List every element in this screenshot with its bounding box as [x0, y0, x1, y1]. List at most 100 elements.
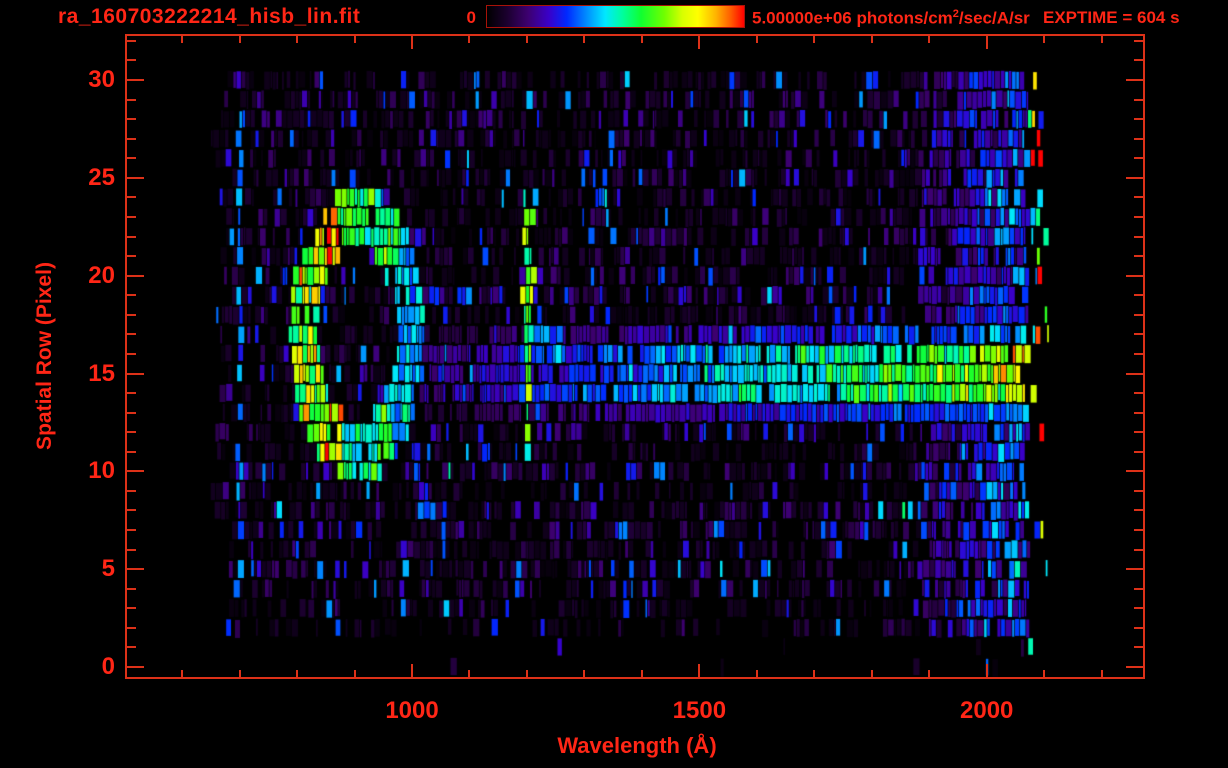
y-axis-title: Spatial Row (Pixel) [33, 262, 56, 450]
x-axis-minor-tick [181, 670, 184, 677]
y-axis-major-tick [1126, 470, 1143, 473]
y-axis-major-tick [1126, 79, 1143, 82]
y-axis-minor-tick [127, 333, 136, 336]
x-axis-major-tick [985, 664, 988, 677]
y-axis-minor-tick [1134, 489, 1143, 492]
y-axis-major-tick [127, 666, 144, 669]
y-axis-tick-label: 10 [88, 457, 115, 485]
y-axis-minor-tick [127, 431, 136, 434]
x-axis-minor-tick [928, 36, 931, 43]
x-axis-minor-tick [181, 36, 184, 43]
y-axis-minor-tick [1134, 255, 1143, 258]
y-axis-minor-tick [1134, 137, 1143, 140]
y-axis-minor-tick [1134, 626, 1143, 629]
y-axis-minor-tick [1134, 333, 1143, 336]
x-axis-minor-tick [468, 670, 471, 677]
x-axis-minor-tick [525, 36, 528, 43]
y-axis-major-tick [1126, 274, 1143, 277]
x-axis-minor-tick [870, 36, 873, 43]
y-axis-minor-tick [127, 509, 136, 512]
x-axis-minor-tick [525, 670, 528, 677]
y-axis-major-tick [127, 176, 144, 179]
x-axis-minor-tick [1100, 670, 1103, 677]
y-axis-minor-tick [127, 39, 136, 42]
y-axis-minor-tick [1134, 646, 1143, 649]
y-axis-minor-tick [127, 607, 136, 610]
x-axis-major-tick [698, 36, 701, 49]
y-axis-minor-tick [1134, 352, 1143, 355]
x-axis-minor-tick [1043, 36, 1046, 43]
y-axis-minor-tick [1134, 587, 1143, 590]
y-axis-major-tick [127, 568, 144, 571]
x-axis-tick-label: 1500 [672, 697, 727, 724]
y-axis-minor-tick [1134, 392, 1143, 395]
y-axis-minor-tick [1134, 39, 1143, 42]
y-axis-minor-tick [1134, 450, 1143, 453]
y-axis-minor-tick [1134, 157, 1143, 160]
plot-frame [125, 34, 1145, 679]
x-axis-tick-label: 1000 [385, 697, 439, 724]
x-axis-minor-tick [353, 36, 356, 43]
y-axis-tick-label: 30 [88, 66, 115, 94]
colorbar-units-pre: 5.00000e+06 photons/cm [752, 8, 953, 28]
x-axis-major-tick [411, 36, 414, 49]
x-axis-minor-tick [640, 36, 643, 43]
y-axis-major-tick [1126, 372, 1143, 375]
y-axis-minor-tick [127, 137, 136, 140]
y-axis-minor-tick [127, 450, 136, 453]
y-axis-minor-tick [127, 313, 136, 316]
y-axis-minor-tick [1134, 215, 1143, 218]
y-axis-minor-tick [127, 392, 136, 395]
colorbar-max-label: 5.00000e+06 photons/cm2/sec/A/sr [752, 8, 1030, 29]
y-axis-minor-tick [127, 157, 136, 160]
y-axis-minor-tick [1134, 548, 1143, 551]
colorbar-gradient [486, 5, 745, 28]
y-axis-minor-tick [1134, 98, 1143, 101]
y-axis-minor-tick [127, 196, 136, 199]
exptime-label: EXPTIME = 604 s [1043, 8, 1180, 27]
x-axis-minor-tick [928, 670, 931, 677]
y-axis-minor-tick [127, 489, 136, 492]
y-axis-minor-tick [127, 352, 136, 355]
y-axis-minor-tick [127, 59, 136, 62]
fits-filename-title: ra_160703222214_hisb_lin.fit [58, 5, 361, 28]
x-axis-minor-tick [583, 36, 586, 43]
y-axis-minor-tick [1134, 118, 1143, 121]
x-axis-minor-tick [640, 670, 643, 677]
y-axis-major-tick [127, 79, 144, 82]
x-axis-minor-tick [755, 36, 758, 43]
y-axis-major-tick [127, 372, 144, 375]
y-axis-minor-tick [127, 587, 136, 590]
y-axis-minor-tick [127, 235, 136, 238]
y-axis-minor-tick [127, 255, 136, 258]
y-axis-minor-tick [127, 411, 136, 414]
y-axis-minor-tick [127, 626, 136, 629]
y-axis-minor-tick [1134, 294, 1143, 297]
y-axis-minor-tick [127, 294, 136, 297]
y-axis-minor-tick [127, 98, 136, 101]
x-axis-major-tick [985, 36, 988, 49]
y-axis-minor-tick [1134, 431, 1143, 434]
y-axis-major-tick [127, 274, 144, 277]
y-axis-minor-tick [127, 529, 136, 532]
x-axis-title: Wavelength (Å) [557, 733, 717, 758]
y-axis-minor-tick [1134, 235, 1143, 238]
x-axis-minor-tick [296, 36, 299, 43]
y-axis-minor-tick [1134, 509, 1143, 512]
x-axis-minor-tick [1100, 36, 1103, 43]
y-axis-minor-tick [127, 548, 136, 551]
colorbar-min-label: 0 [466, 8, 476, 27]
x-axis-minor-tick [813, 670, 816, 677]
y-axis-minor-tick [127, 118, 136, 121]
x-axis-minor-tick [870, 670, 873, 677]
x-axis-minor-tick [813, 36, 816, 43]
y-axis-major-tick [1126, 176, 1143, 179]
y-axis-tick-label: 5 [101, 555, 115, 583]
x-axis-minor-tick [755, 670, 758, 677]
y-axis-minor-tick [1134, 607, 1143, 610]
x-axis-major-tick [698, 664, 701, 677]
x-axis-minor-tick [238, 36, 241, 43]
y-axis-minor-tick [127, 215, 136, 218]
x-axis-major-tick [411, 664, 414, 677]
y-axis-tick-label: 0 [101, 653, 115, 681]
